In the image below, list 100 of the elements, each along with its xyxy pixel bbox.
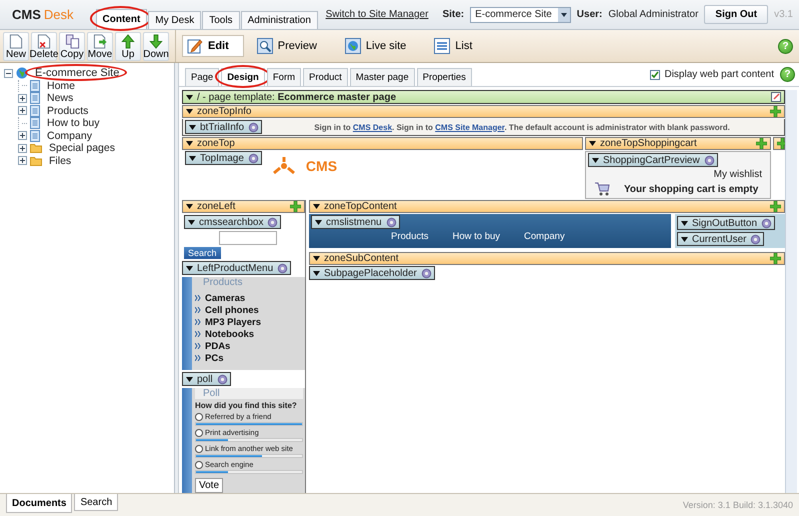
tree-item[interactable]: Products — [43, 104, 92, 117]
collapse-arrow-icon[interactable] — [313, 270, 320, 276]
scrollbar[interactable] — [785, 90, 797, 493]
add-icon[interactable] — [777, 138, 788, 149]
sign-out-button[interactable]: Sign Out — [704, 5, 768, 24]
expand-icon[interactable] — [18, 144, 27, 153]
collapse-arrow-icon[interactable] — [681, 236, 688, 242]
collapse-arrow-icon[interactable] — [186, 141, 193, 146]
settings-icon[interactable] — [267, 216, 278, 228]
settings-icon[interactable] — [248, 152, 259, 164]
tab[interactable]: Administration — [240, 11, 318, 29]
toolbar-button[interactable]: Copy — [59, 32, 85, 61]
nav-link[interactable]: How to buy — [452, 231, 500, 242]
collapse-arrow-icon[interactable] — [681, 220, 688, 226]
tab[interactable]: Content — [96, 9, 148, 29]
view-button[interactable]: Preview — [252, 35, 332, 57]
collapse-arrow-icon[interactable] — [313, 256, 320, 261]
product-menu-item[interactable]: Cell phones — [195, 304, 303, 316]
radio-button[interactable] — [195, 412, 203, 420]
collapse-arrow-icon[interactable] — [589, 141, 596, 146]
add-icon[interactable] — [290, 201, 301, 212]
site-dropdown[interactable]: E-commerce Site — [470, 6, 571, 22]
vote-button[interactable]: Vote — [195, 478, 224, 493]
settings-icon[interactable] — [248, 122, 260, 132]
expand-icon[interactable] — [18, 131, 27, 140]
link[interactable]: CMS Desk — [352, 122, 392, 132]
add-icon[interactable] — [770, 253, 781, 264]
product-menu-item[interactable]: Cameras — [195, 292, 303, 304]
toolbar-button[interactable]: New — [3, 32, 29, 61]
tree-item[interactable]: E-commerce Site — [31, 67, 124, 80]
search-field[interactable] — [219, 231, 277, 245]
add-icon[interactable] — [770, 106, 781, 117]
edit-icon[interactable] — [771, 92, 781, 102]
collapse-arrow-icon[interactable] — [186, 109, 193, 114]
tab[interactable]: My Desk — [148, 11, 202, 29]
nav-link[interactable]: Company — [524, 231, 565, 242]
view-button[interactable]: Edit — [182, 35, 244, 57]
settings-icon[interactable] — [216, 374, 228, 384]
tree-item[interactable]: How to buy — [43, 117, 104, 130]
tab[interactable]: Tools — [202, 11, 240, 29]
collapse-arrow-icon[interactable] — [186, 266, 193, 270]
expand-icon[interactable] — [18, 94, 27, 103]
product-menu-item[interactable]: PCs — [195, 352, 303, 364]
collapse-arrow-icon[interactable] — [186, 204, 193, 209]
tab[interactable]: Search — [74, 494, 118, 511]
tab[interactable]: Page — [185, 68, 220, 86]
collapse-arrow-icon[interactable] — [186, 376, 193, 382]
tab[interactable]: Documents — [6, 494, 72, 513]
add-icon[interactable] — [756, 138, 767, 149]
settings-icon[interactable] — [704, 154, 715, 166]
tree-item[interactable]: Home — [43, 80, 80, 92]
settings-icon[interactable] — [750, 234, 762, 244]
radio-button[interactable] — [195, 460, 203, 468]
tab[interactable]: Design — [221, 68, 265, 86]
product-menu-item[interactable]: MP3 Players — [195, 316, 303, 328]
page-icon — [30, 92, 40, 104]
view-button[interactable]: Live site — [340, 35, 422, 57]
collapse-arrow-icon[interactable] — [189, 124, 196, 130]
product-menu-item[interactable]: PDAs — [195, 340, 303, 352]
collapse-arrow-icon[interactable] — [313, 204, 320, 209]
tab[interactable]: Product — [303, 68, 348, 86]
folder-icon — [30, 143, 42, 154]
tree-item[interactable]: Special pages — [45, 142, 119, 154]
expand-icon[interactable] — [18, 106, 27, 116]
add-icon[interactable] — [770, 201, 781, 212]
collapse-arrow-icon[interactable] — [188, 220, 195, 224]
tab[interactable]: Form — [266, 68, 302, 86]
chevron-icon — [195, 307, 201, 313]
toolbar-button[interactable]: Delete — [31, 32, 57, 61]
chevron-icon — [195, 355, 201, 361]
view-button[interactable]: List — [429, 35, 488, 57]
toolbar-button[interactable]: Move — [87, 32, 113, 61]
tab[interactable]: Master page — [350, 68, 415, 86]
settings-icon[interactable] — [277, 262, 288, 274]
tree-item[interactable]: News — [43, 92, 78, 104]
collapse-arrow-icon[interactable] — [592, 158, 599, 162]
radio-button[interactable] — [195, 444, 203, 452]
link[interactable]: CMS Site Manager — [435, 122, 504, 132]
expand-icon[interactable] — [18, 156, 27, 166]
settings-icon[interactable] — [420, 268, 432, 278]
cart-message: Your shopping cart is empty — [624, 184, 758, 194]
account-links[interactable]: My wishlist — [714, 169, 768, 180]
checkbox[interactable] — [650, 70, 660, 80]
site-manager-link[interactable]: Switch to Site Manager — [326, 9, 428, 20]
tree-item[interactable]: Company — [43, 130, 96, 142]
toolbar-button[interactable]: Down — [143, 32, 169, 61]
settings-icon[interactable] — [761, 218, 772, 228]
webpart-name: cmslistmenu — [326, 216, 382, 228]
collapse-icon[interactable] — [4, 68, 13, 78]
settings-icon[interactable] — [386, 216, 397, 228]
collapse-arrow-icon[interactable] — [186, 94, 193, 100]
toolbar-button[interactable]: Up — [115, 32, 141, 61]
nav-link[interactable]: Products — [391, 231, 428, 242]
radio-button[interactable] — [195, 428, 203, 436]
collapse-arrow-icon[interactable] — [189, 156, 196, 160]
product-menu-item[interactable]: Notebooks — [195, 328, 303, 340]
search-button[interactable]: Search — [184, 247, 221, 259]
collapse-arrow-icon[interactable] — [315, 220, 322, 224]
tree-item[interactable]: Files — [45, 154, 76, 167]
tab[interactable]: Properties — [416, 68, 472, 86]
